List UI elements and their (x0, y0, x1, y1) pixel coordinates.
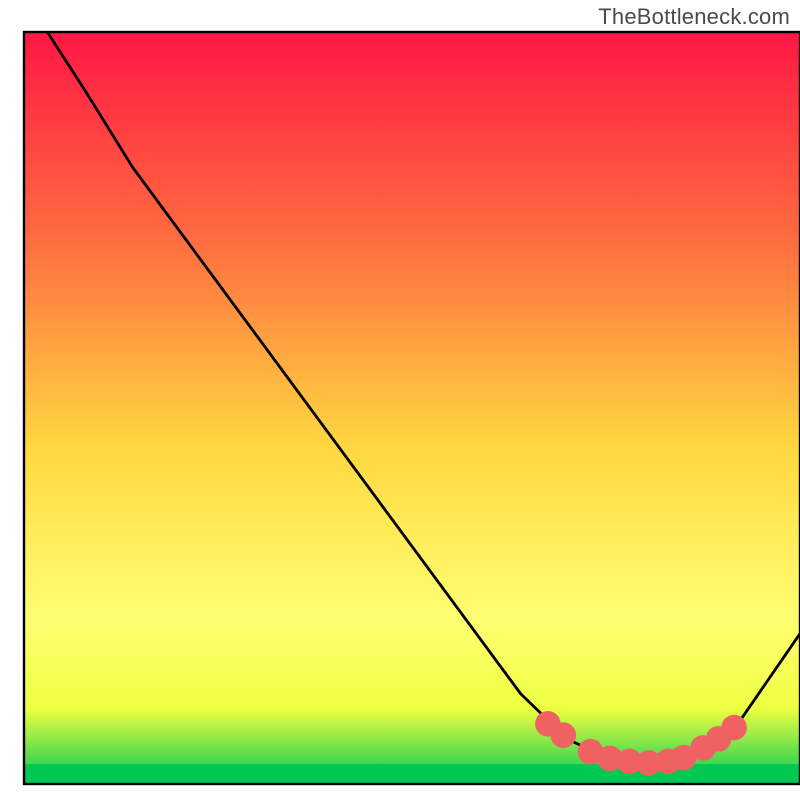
gradient-background (24, 32, 800, 784)
watermark-text: TheBottleneck.com (598, 4, 790, 30)
plot-area (24, 32, 800, 784)
chart-svg (0, 0, 800, 800)
data-dot (550, 722, 576, 748)
chart-container: TheBottleneck.com (0, 0, 800, 800)
data-dot (721, 715, 747, 741)
